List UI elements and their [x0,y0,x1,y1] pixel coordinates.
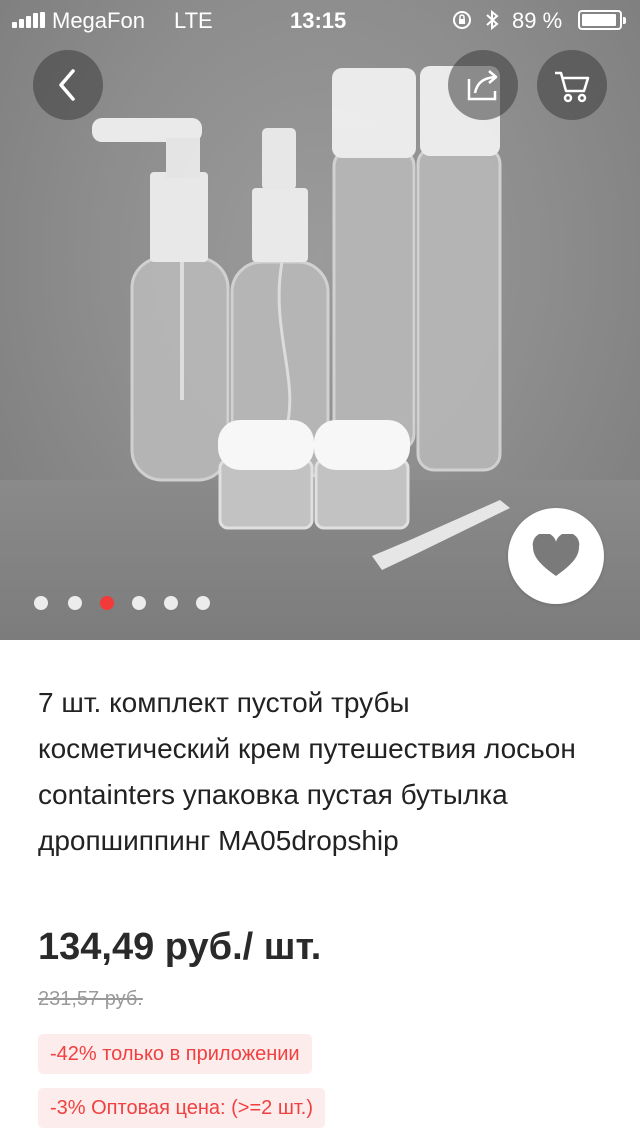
product-image-gallery[interactable]: MegaFon LTE 13:15 89 % [0,0,640,640]
carousel-dot[interactable] [132,596,146,610]
back-button[interactable] [33,50,103,120]
pump-bottle [92,118,230,482]
chevron-left-icon [59,69,75,101]
original-price: 231,57 руб. [38,988,143,1010]
carousel-dot[interactable] [34,596,48,610]
favorite-button[interactable] [508,508,604,604]
product-title: 7 шт. комплект пустой трубы косметически… [38,687,576,856]
network-type: LTE [174,8,213,33]
cart-button[interactable] [537,50,607,120]
carrier-name: MegaFon [52,8,145,33]
tall-tubes [332,66,502,472]
app-discount-badge: -42% только в приложении [38,1034,312,1074]
carousel-dot[interactable] [68,596,82,610]
signal-strength-icon [12,12,46,28]
orientation-lock-icon [453,11,471,29]
product-price: 134,49 руб./ шт. [38,926,322,968]
battery-percent: 89 % [512,8,563,33]
heart-icon [532,534,580,576]
wholesale-discount-badge[interactable]: -3% Оптовая цена: (>=2 шт.) [38,1088,326,1128]
carousel-dot[interactable] [164,596,178,610]
bluetooth-icon [486,9,499,31]
status-bar: MegaFon LTE 13:15 89 % [0,0,640,40]
cart-icon [555,71,590,103]
carousel-dot-active[interactable] [100,596,114,610]
carousel-dot[interactable] [196,596,210,610]
share-button[interactable] [448,50,518,120]
share-icon [467,70,498,101]
clock: 13:15 [290,8,347,33]
battery-icon [578,10,626,30]
